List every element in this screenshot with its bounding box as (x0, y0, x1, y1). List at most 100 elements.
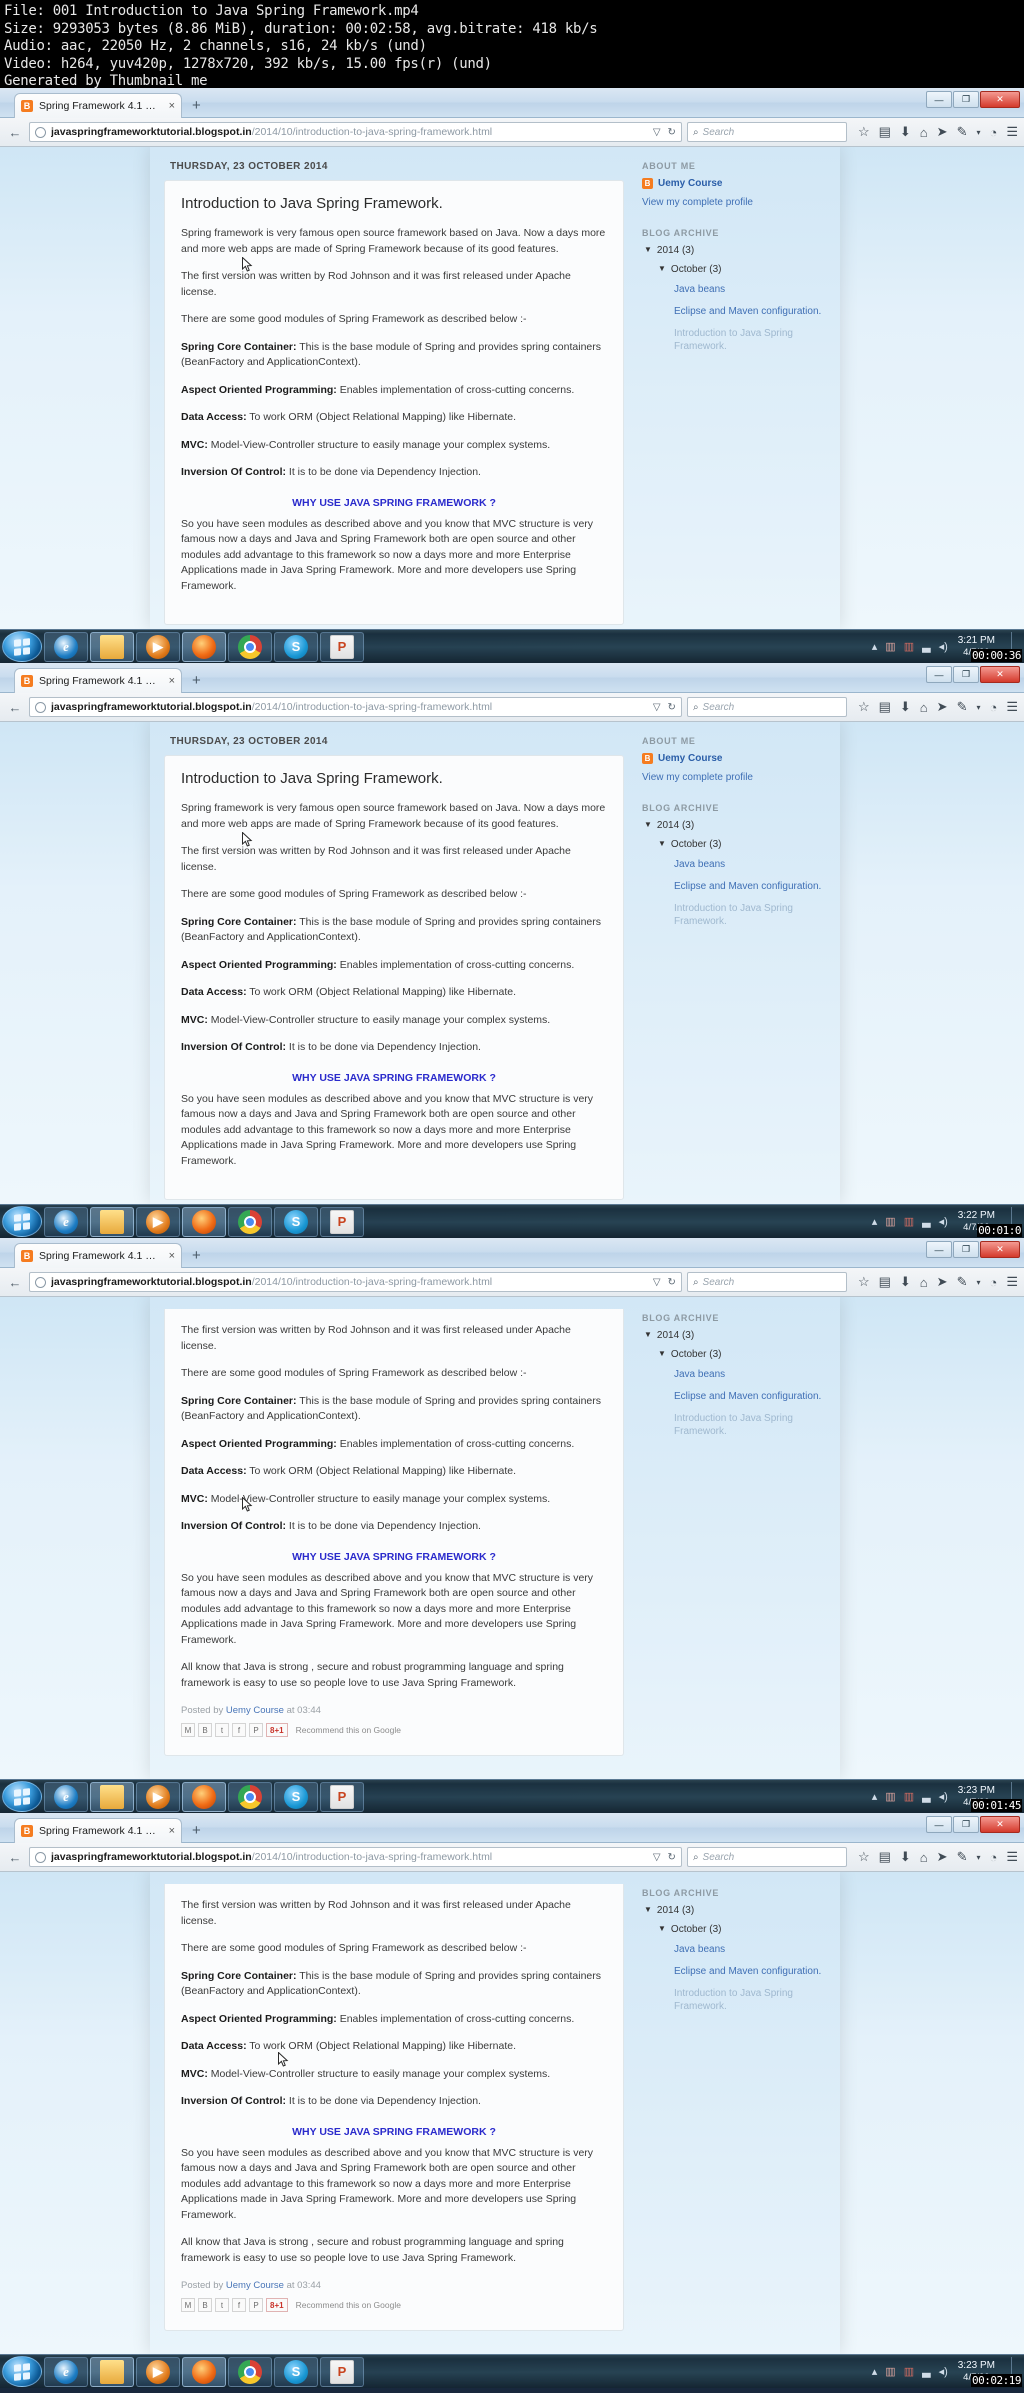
tray-expand-caret-icon[interactable]: ▴ (872, 1215, 878, 1228)
archive-post-link[interactable]: Eclipse and Maven configuration. (642, 880, 832, 893)
taskbar-button-windows-explorer[interactable] (90, 1206, 134, 1237)
address-bar[interactable]: javaspringframeworktutorial.blogspot.in/… (29, 1847, 682, 1867)
back-button-icon[interactable]: ← (6, 1848, 24, 1866)
archive-year[interactable]: ▼ 2014 (3) (642, 245, 832, 256)
archive-post-link[interactable]: Java beans (642, 1943, 832, 1956)
taskbar-button-internet-explorer[interactable]: e (44, 631, 88, 662)
taskbar-button-windows-media-player[interactable]: ▶ (136, 1206, 180, 1237)
tray-security-icon[interactable]: ▥ (904, 1790, 914, 1803)
taskbar-button-internet-explorer[interactable]: e (44, 1206, 88, 1237)
pocket-icon[interactable]: ➤ (937, 1274, 948, 1290)
archive-post-link[interactable]: Introduction to Java Spring Framework. (642, 1987, 832, 2013)
maximize-button[interactable]: ❐ (953, 1241, 979, 1258)
share-button[interactable]: M (181, 1723, 195, 1737)
volume-icon[interactable]: ◂) (939, 640, 948, 653)
downloads-icon[interactable]: ⬇ (900, 1274, 911, 1290)
taskbar-button-skype[interactable]: S (274, 1781, 318, 1812)
tray-action-center-icon[interactable]: ▥ (885, 2365, 895, 2378)
overflow-caret-icon[interactable]: ▾ (976, 128, 980, 137)
hamburger-menu-icon[interactable]: ☰ (1006, 1274, 1018, 1290)
back-button-icon[interactable]: ← (6, 1273, 24, 1291)
hamburger-menu-icon[interactable]: ☰ (1006, 1849, 1018, 1865)
reload-button-icon[interactable]: ↻ (668, 702, 676, 713)
sync-account-icon[interactable]: ◔ (989, 700, 997, 715)
browser-tab[interactable]: B Spring Framework 4.1 Ude... × (14, 668, 182, 693)
start-button[interactable] (2, 1781, 42, 1812)
address-bar[interactable]: javaspringframeworktutorial.blogspot.in/… (29, 697, 682, 717)
hamburger-menu-icon[interactable]: ☰ (1006, 124, 1018, 140)
chevron-down-icon[interactable]: ▼ (644, 820, 652, 831)
tab-close-icon[interactable]: × (169, 1825, 175, 1837)
highlighter-icon[interactable]: ✎ (957, 1274, 968, 1290)
address-dropmarker-icon[interactable]: ▽ (653, 702, 661, 713)
home-icon[interactable]: ⌂ (920, 700, 928, 715)
search-box[interactable]: ⌕ Search (686, 1272, 847, 1292)
view-profile-link[interactable]: View my complete profile (642, 772, 832, 783)
reader-mode-icon[interactable]: ▤ (879, 699, 891, 715)
browser-tab[interactable]: B Spring Framework 4.1 Ude... × (14, 1818, 182, 1843)
google-plus-one-button[interactable]: 8+1 (266, 1723, 288, 1737)
archive-post-link[interactable]: Introduction to Java Spring Framework. (642, 1412, 832, 1438)
tray-expand-caret-icon[interactable]: ▴ (872, 2365, 878, 2378)
new-tab-button[interactable]: + (192, 672, 201, 689)
google-plus-one-button[interactable]: 8+1 (266, 2298, 288, 2312)
new-tab-button[interactable]: + (192, 1822, 201, 1839)
close-window-button[interactable]: ✕ (980, 1241, 1020, 1258)
highlighter-icon[interactable]: ✎ (957, 699, 968, 715)
reader-mode-icon[interactable]: ▤ (879, 124, 891, 140)
archive-post-link[interactable]: Eclipse and Maven configuration. (642, 1965, 832, 1978)
post-author-link[interactable]: Uemy Course (226, 1705, 284, 1716)
tray-expand-caret-icon[interactable]: ▴ (872, 1790, 878, 1803)
about-me-author[interactable]: B Uemy Course (642, 178, 832, 189)
taskbar-button-windows-explorer[interactable] (90, 631, 134, 662)
why-use-heading[interactable]: WHY USE JAVA SPRING FRAMEWORK ? (181, 1551, 607, 1563)
pocket-icon[interactable]: ➤ (937, 699, 948, 715)
share-button[interactable]: f (232, 1723, 246, 1737)
network-signal-icon[interactable]: ▃ (922, 1215, 930, 1228)
share-button[interactable]: P (249, 2298, 263, 2312)
archive-year[interactable]: ▼ 2014 (3) (642, 1905, 832, 1916)
archive-post-link[interactable]: Java beans (642, 1368, 832, 1381)
reload-button-icon[interactable]: ↻ (668, 1852, 676, 1863)
search-box[interactable]: ⌕ Search (686, 697, 847, 717)
archive-year[interactable]: ▼ 2014 (3) (642, 820, 832, 831)
volume-icon[interactable]: ◂) (939, 1790, 948, 1803)
bookmark-star-icon[interactable]: ☆ (858, 1849, 870, 1865)
taskbar-button-powerpoint[interactable]: P (320, 2356, 364, 2387)
taskbar-button-windows-explorer[interactable] (90, 2356, 134, 2387)
share-button[interactable]: t (215, 2298, 229, 2312)
taskbar-button-google-chrome[interactable] (228, 1781, 272, 1812)
tab-close-icon[interactable]: × (169, 100, 175, 112)
address-bar[interactable]: javaspringframeworktutorial.blogspot.in/… (29, 122, 682, 142)
sync-account-icon[interactable]: ◔ (989, 125, 997, 140)
why-use-heading[interactable]: WHY USE JAVA SPRING FRAMEWORK ? (181, 497, 607, 509)
archive-post-link[interactable]: Java beans (642, 283, 832, 296)
tab-close-icon[interactable]: × (169, 1250, 175, 1262)
chevron-down-icon[interactable]: ▼ (644, 1905, 652, 1916)
pocket-icon[interactable]: ➤ (937, 1849, 948, 1865)
close-window-button[interactable]: ✕ (980, 666, 1020, 683)
chevron-down-icon[interactable]: ▼ (644, 245, 652, 256)
reload-button-icon[interactable]: ↻ (668, 127, 676, 138)
minimize-button[interactable]: — (926, 1816, 952, 1833)
maximize-button[interactable]: ❐ (953, 91, 979, 108)
hamburger-menu-icon[interactable]: ☰ (1006, 699, 1018, 715)
taskbar-button-windows-media-player[interactable]: ▶ (136, 1781, 180, 1812)
taskbar-button-skype[interactable]: S (274, 1206, 318, 1237)
start-button[interactable] (2, 2356, 42, 2387)
archive-post-link[interactable]: Introduction to Java Spring Framework. (642, 327, 832, 353)
address-bar[interactable]: javaspringframeworktutorial.blogspot.in/… (29, 1272, 682, 1292)
share-button[interactable]: P (249, 1723, 263, 1737)
home-icon[interactable]: ⌂ (920, 125, 928, 140)
home-icon[interactable]: ⌂ (920, 1275, 928, 1290)
new-tab-button[interactable]: + (192, 97, 201, 114)
archive-post-link[interactable]: Introduction to Java Spring Framework. (642, 902, 832, 928)
share-button[interactable]: B (198, 1723, 212, 1737)
network-signal-icon[interactable]: ▃ (922, 640, 930, 653)
overflow-caret-icon[interactable]: ▾ (976, 703, 980, 712)
taskbar-button-firefox[interactable] (182, 1781, 226, 1812)
downloads-icon[interactable]: ⬇ (900, 1849, 911, 1865)
minimize-button[interactable]: — (926, 1241, 952, 1258)
chevron-down-icon[interactable]: ▼ (658, 839, 666, 850)
why-use-heading[interactable]: WHY USE JAVA SPRING FRAMEWORK ? (181, 2126, 607, 2138)
